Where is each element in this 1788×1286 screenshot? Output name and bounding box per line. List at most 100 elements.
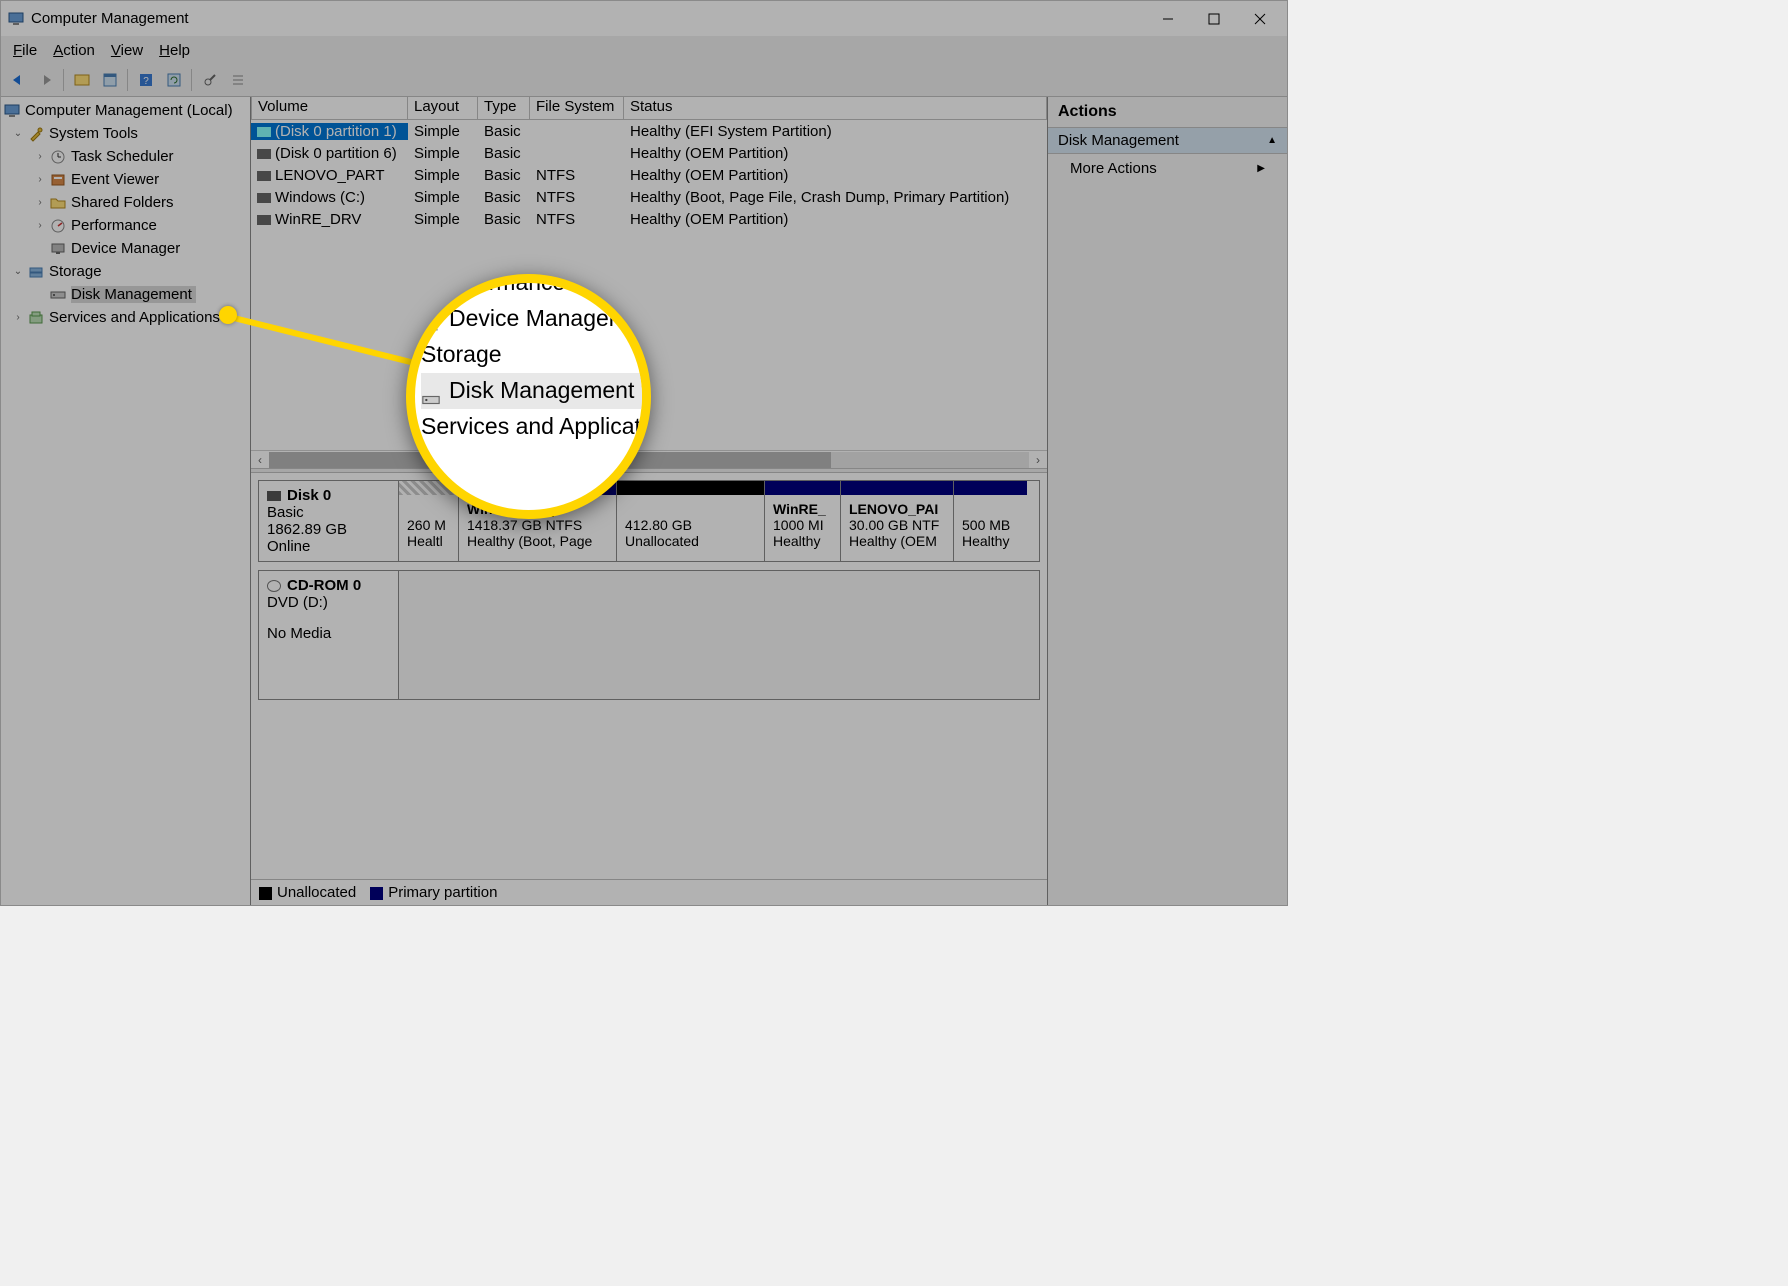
- volume-icon: [257, 149, 271, 159]
- volume-table-header[interactable]: Volume Layout Type File System Status: [251, 97, 1047, 120]
- titlebar[interactable]: Computer Management: [1, 1, 1287, 36]
- collapse-icon: ▲: [1267, 135, 1277, 146]
- volume-icon: [257, 193, 271, 203]
- legend: Unallocated Primary partition: [251, 879, 1047, 905]
- device-icon: [421, 310, 443, 328]
- storage-icon: [27, 263, 45, 281]
- disk-icon: [49, 286, 67, 304]
- window-title: Computer Management: [31, 10, 1145, 27]
- col-status[interactable]: Status: [624, 97, 1047, 119]
- disk-icon: [267, 491, 281, 501]
- actions-section[interactable]: Disk Management ▲: [1048, 128, 1287, 154]
- partition-stripe: [617, 481, 764, 495]
- menu-help[interactable]: Help: [151, 40, 198, 61]
- volume-row[interactable]: (Disk 0 partition 1)SimpleBasicHealthy (…: [251, 120, 1047, 142]
- chevron-down-icon: ⌄: [11, 266, 25, 277]
- tree-root[interactable]: Computer Management (Local): [1, 99, 250, 122]
- tree-shared-folders[interactable]: › Shared Folders: [1, 191, 250, 214]
- callout-dot: [219, 306, 237, 324]
- menubar: File Action View Help: [1, 36, 1287, 64]
- volume-table[interactable]: (Disk 0 partition 1)SimpleBasicHealthy (…: [251, 120, 1047, 230]
- tree-system-tools[interactable]: ⌄ System Tools: [1, 122, 250, 145]
- volume-row[interactable]: WinRE_DRVSimpleBasicNTFSHealthy (OEM Par…: [251, 208, 1047, 230]
- menu-view[interactable]: View: [103, 40, 151, 61]
- scroll-right-button[interactable]: ›: [1029, 453, 1047, 467]
- menu-file[interactable]: File: [5, 40, 45, 61]
- tree-event-viewer[interactable]: › Event Viewer: [1, 168, 250, 191]
- partition-stripe: [765, 481, 840, 495]
- volume-row[interactable]: Windows (C:)SimpleBasicNTFSHealthy (Boot…: [251, 186, 1047, 208]
- tree-storage[interactable]: ⌄ Storage: [1, 260, 250, 283]
- chevron-right-icon: ›: [33, 220, 47, 231]
- callout-magnifier: erformance Device Manager Storage Disk M…: [406, 274, 651, 519]
- col-layout[interactable]: Layout: [408, 97, 478, 119]
- partition-stripe: [954, 481, 1027, 495]
- cdrom-empty: [399, 571, 1039, 699]
- computer-management-window: Computer Management File Action View Hel…: [0, 0, 1288, 906]
- volume-row[interactable]: LENOVO_PARTSimpleBasicNTFSHealthy (OEM P…: [251, 164, 1047, 186]
- clock-icon: [49, 148, 67, 166]
- actions-more[interactable]: More Actions ▶: [1048, 154, 1287, 183]
- disk-map: Disk 0 Basic 1862.89 GB Online 260 MHeal…: [251, 473, 1047, 715]
- device-icon: [49, 240, 67, 258]
- disk-icon: [421, 382, 443, 400]
- maximize-button[interactable]: [1191, 1, 1237, 36]
- partition[interactable]: LENOVO_PAI30.00 GB NTFHealthy (OEM: [841, 481, 954, 561]
- partition[interactable]: WinRE_1000 MIHealthy: [765, 481, 841, 561]
- partition[interactable]: 412.80 GBUnallocated: [617, 481, 765, 561]
- chevron-down-icon: ⌄: [11, 128, 25, 139]
- chevron-right-icon: ›: [33, 174, 47, 185]
- disk-management-pane: Volume Layout Type File System Status (D…: [251, 97, 1047, 905]
- properties-button[interactable]: [97, 68, 122, 93]
- actions-header: Actions: [1048, 97, 1287, 128]
- folder-icon: [49, 194, 67, 212]
- cdrom-info: CD-ROM 0 DVD (D:) No Media: [259, 571, 399, 699]
- volume-icon: [257, 215, 271, 225]
- list-button[interactable]: [225, 68, 250, 93]
- col-filesystem[interactable]: File System: [530, 97, 624, 119]
- cd-icon: [267, 580, 281, 592]
- chevron-right-icon: ▶: [1257, 163, 1265, 174]
- scroll-left-button[interactable]: ‹: [251, 453, 269, 467]
- legend-swatch-primary: [370, 887, 383, 900]
- actions-pane: Actions Disk Management ▲ More Actions ▶: [1047, 97, 1287, 905]
- tree-performance[interactable]: › Performance: [1, 214, 250, 237]
- tools-icon: [27, 125, 45, 143]
- toolbar: ?: [1, 64, 1287, 97]
- help-button[interactable]: ?: [133, 68, 158, 93]
- volume-icon: [257, 171, 271, 181]
- col-type[interactable]: Type: [478, 97, 530, 119]
- cdrom-row[interactable]: CD-ROM 0 DVD (D:) No Media: [258, 570, 1040, 700]
- show-hide-console-button[interactable]: [69, 68, 94, 93]
- computer-icon: [3, 102, 21, 120]
- app-icon: [7, 10, 25, 28]
- menu-action[interactable]: Action: [45, 40, 103, 61]
- close-button[interactable]: [1237, 1, 1283, 36]
- minimize-button[interactable]: [1145, 1, 1191, 36]
- tree-device-manager[interactable]: Device Manager: [1, 237, 250, 260]
- nav-back-button[interactable]: [5, 68, 30, 93]
- performance-icon: [49, 217, 67, 235]
- legend-swatch-unallocated: [259, 887, 272, 900]
- navigation-tree[interactable]: Computer Management (Local) ⌄ System Too…: [1, 97, 251, 905]
- refresh-button[interactable]: [161, 68, 186, 93]
- tree-disk-management[interactable]: Disk Management: [1, 283, 250, 306]
- partition[interactable]: 260 MHealtl: [399, 481, 459, 561]
- event-icon: [49, 171, 67, 189]
- chevron-right-icon: ›: [33, 197, 47, 208]
- svg-text:?: ?: [143, 76, 149, 87]
- chevron-right-icon: ›: [11, 312, 25, 323]
- tree-services-applications[interactable]: › Services and Applications: [1, 306, 250, 329]
- disk-0-info: Disk 0 Basic 1862.89 GB Online: [259, 481, 399, 561]
- volume-scrollbar[interactable]: ‹ ›: [251, 450, 1047, 468]
- disk-0-row[interactable]: Disk 0 Basic 1862.89 GB Online 260 MHeal…: [258, 480, 1040, 562]
- settings-button[interactable]: [197, 68, 222, 93]
- services-icon: [27, 309, 45, 327]
- col-volume[interactable]: Volume: [251, 97, 408, 119]
- nav-forward-button[interactable]: [33, 68, 58, 93]
- partition[interactable]: 500 MBHealthy: [954, 481, 1027, 561]
- chevron-right-icon: ›: [33, 151, 47, 162]
- volume-icon: [257, 127, 271, 137]
- volume-row[interactable]: (Disk 0 partition 6)SimpleBasicHealthy (…: [251, 142, 1047, 164]
- tree-task-scheduler[interactable]: › Task Scheduler: [1, 145, 250, 168]
